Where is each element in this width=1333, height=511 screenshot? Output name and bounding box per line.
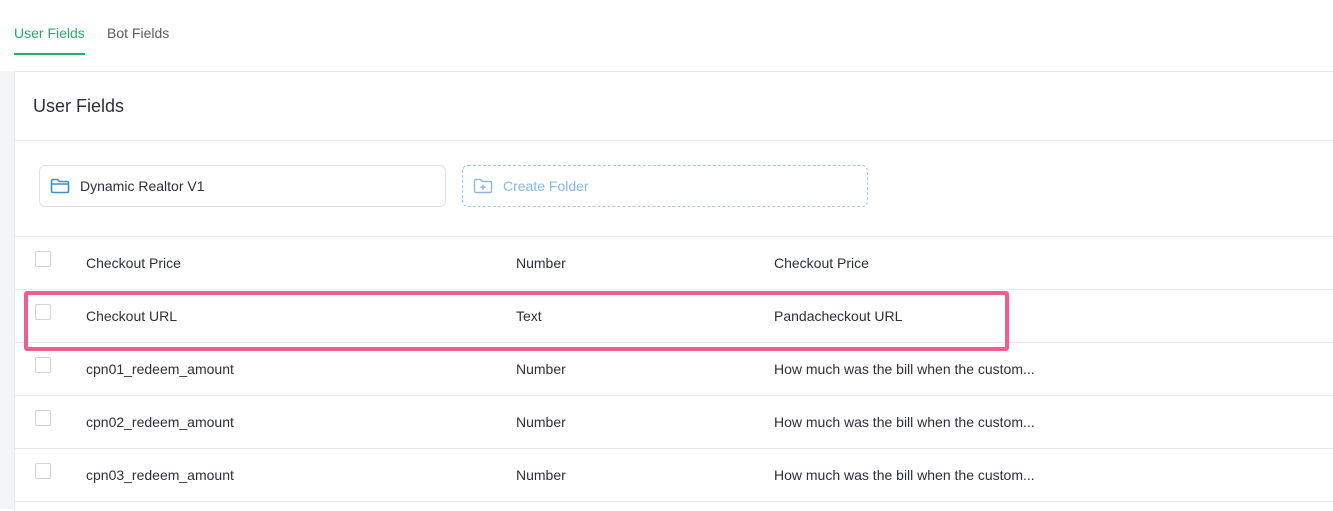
row-checkbox[interactable]: [35, 410, 51, 426]
folder-plus-icon: [473, 178, 493, 194]
folder-icon: [50, 178, 70, 194]
top-tabs-bar: User Fields Bot Fields: [0, 0, 1333, 71]
row-checkbox[interactable]: [35, 251, 51, 267]
folder-label: Dynamic Realtor V1: [80, 178, 205, 194]
tab-bot-fields[interactable]: Bot Fields: [107, 25, 169, 55]
table-row[interactable]: cpn02_redeem_amount Number How much was …: [15, 396, 1333, 449]
field-description: Checkout Price: [774, 255, 869, 271]
folder-dynamic-realtor[interactable]: Dynamic Realtor V1: [39, 165, 446, 207]
tab-user-fields[interactable]: User Fields: [14, 25, 85, 55]
field-type: Number: [516, 467, 566, 483]
field-type: Number: [516, 361, 566, 377]
field-name: cpn01_redeem_amount: [86, 361, 234, 377]
field-type: Number: [516, 414, 566, 430]
highlight-box: [24, 291, 1009, 351]
field-name: Checkout Price: [86, 255, 181, 271]
row-checkbox[interactable]: [35, 463, 51, 479]
table-row[interactable]: Checkout Price Number Checkout Price: [15, 237, 1333, 290]
create-folder-label: Create Folder: [503, 178, 589, 194]
title-divider: [15, 140, 1333, 141]
create-folder-button[interactable]: Create Folder: [462, 165, 868, 207]
field-description: How much was the bill when the custom...: [774, 467, 1035, 483]
field-description: How much was the bill when the custom...: [774, 361, 1035, 377]
field-name: cpn02_redeem_amount: [86, 414, 234, 430]
row-checkbox[interactable]: [35, 357, 51, 373]
field-type: Number: [516, 255, 566, 271]
table-row[interactable]: cpn03_redeem_amount Number How much was …: [15, 449, 1333, 502]
field-description: How much was the bill when the custom...: [774, 414, 1035, 430]
field-name: cpn03_redeem_amount: [86, 467, 234, 483]
card-title: User Fields: [33, 96, 125, 116]
